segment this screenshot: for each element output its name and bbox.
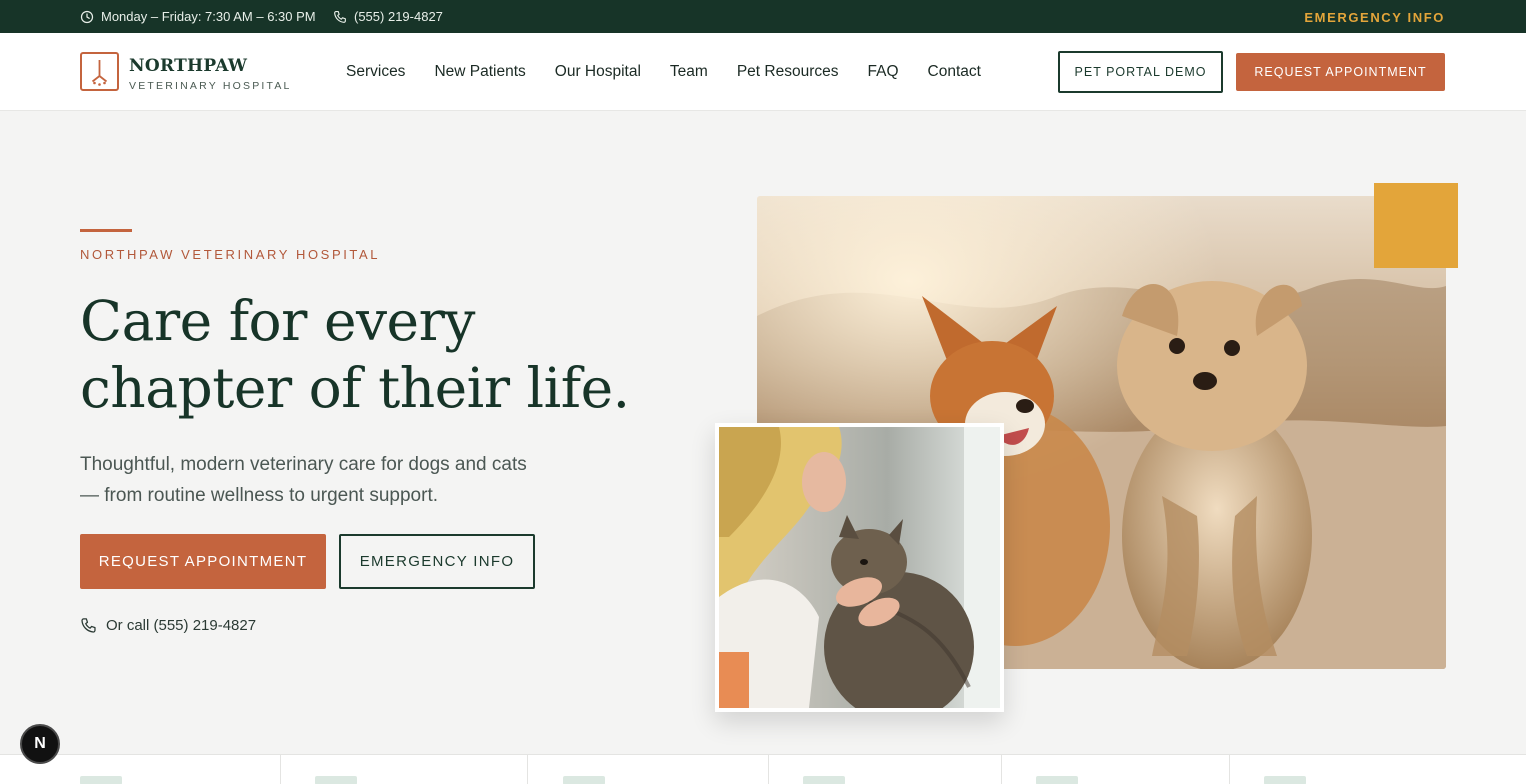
features-strip <box>0 754 1526 784</box>
eyebrow-rule <box>80 229 132 232</box>
accent-square <box>1374 183 1458 268</box>
subtext-line-2: — from routine wellness to urgent suppor… <box>80 485 439 506</box>
cat-photo <box>715 423 1004 712</box>
feature-icon <box>315 776 357 784</box>
hours-info: Monday – Friday: 7:30 AM – 6:30 PM <box>80 9 316 24</box>
feature-cell <box>1230 755 1526 784</box>
call-text: Or call (555) 219-4827 <box>106 617 257 634</box>
brand-name[interactable]: NORTHPAW <box>129 56 247 76</box>
headline-line-1: Care for every <box>80 289 475 353</box>
topbar-phone-text: (555) 219-4827 <box>354 9 443 24</box>
feature-icon <box>1264 776 1306 784</box>
main-nav: Services New Patients Our Hospital Team … <box>346 63 1010 81</box>
feature-icon <box>1036 776 1078 784</box>
feature-cell <box>1002 755 1230 784</box>
brand-subtitle: VETERINARY HOSPITAL <box>129 80 292 92</box>
hero-headline: Care for every chapter of their life. <box>80 288 700 422</box>
logo-icon[interactable] <box>80 52 119 91</box>
clock-icon <box>80 10 94 23</box>
hero-request-appointment-button[interactable]: REQUEST APPOINTMENT <box>80 534 326 589</box>
phone-icon <box>334 10 346 23</box>
nav-item-faq[interactable]: FAQ <box>868 63 899 81</box>
top-info-bar: Monday – Friday: 7:30 AM – 6:30 PM (555)… <box>0 0 1526 33</box>
hero-eyebrow: NORTHPAW VETERINARY HOSPITAL <box>80 247 381 262</box>
nav-item-contact[interactable]: Contact <box>928 63 981 81</box>
header-request-appointment-button[interactable]: REQUEST APPOINTMENT <box>1236 53 1445 91</box>
hero-emergency-info-button[interactable]: EMERGENCY INFO <box>339 534 535 589</box>
nav-item-services[interactable]: Services <box>346 63 405 81</box>
feature-cell <box>528 755 769 784</box>
site-header: NORTHPAW VETERINARY HOSPITAL Services Ne… <box>0 33 1526 111</box>
pet-portal-button[interactable]: PET PORTAL DEMO <box>1058 51 1223 93</box>
nav-item-our-hospital[interactable]: Our Hospital <box>555 63 641 81</box>
topbar-phone[interactable]: (555) 219-4827 <box>333 9 443 24</box>
phone-icon <box>81 618 96 633</box>
nav-item-new-patients[interactable]: New Patients <box>434 63 525 81</box>
topbar-emergency-link[interactable]: EMERGENCY INFO <box>1304 10 1445 25</box>
feature-cell <box>769 755 1002 784</box>
call-link[interactable]: Or call (555) 219-4827 <box>80 617 256 634</box>
nav-item-pet-resources[interactable]: Pet Resources <box>737 63 839 81</box>
feature-icon <box>803 776 845 784</box>
nav-item-team[interactable]: Team <box>670 63 708 81</box>
subtext-line-1: Thoughtful, modern veterinary care for d… <box>80 454 527 475</box>
feature-icon <box>563 776 605 784</box>
hero-subtext: Thoughtful, modern veterinary care for d… <box>80 449 570 511</box>
feature-icon <box>80 776 122 784</box>
cat-illustration <box>719 427 1000 708</box>
headline-line-2: chapter of their life. <box>80 356 630 420</box>
feature-cell <box>281 755 528 784</box>
hours-text: Monday – Friday: 7:30 AM – 6:30 PM <box>101 9 316 24</box>
logo-glyph <box>91 60 108 86</box>
dev-tools-badge[interactable]: N <box>20 724 60 764</box>
